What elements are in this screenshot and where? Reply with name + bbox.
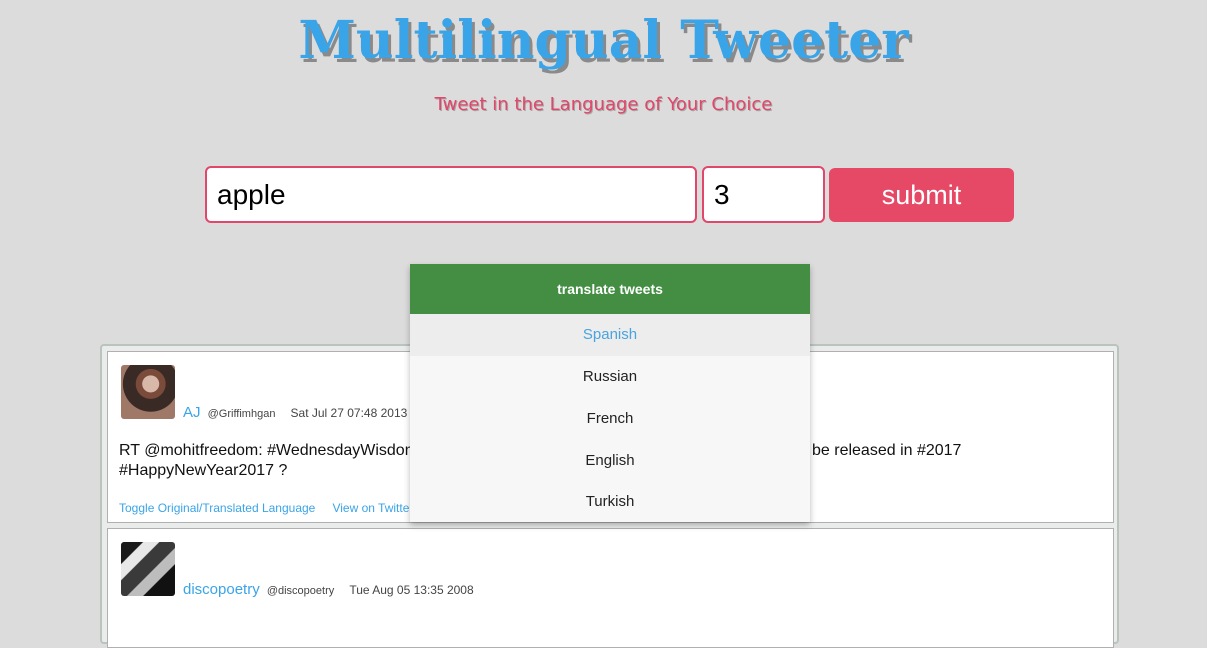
author-name[interactable]: AJ: [183, 404, 201, 421]
tweet-text-line1-end: be released in #2017: [812, 442, 962, 459]
tweet-meta: discopoetry @discopoetry Tue Aug 05 13:3…: [183, 579, 474, 598]
app-subtitle: Tweet in the Language of Your Choice: [434, 94, 773, 115]
app-title: Multilingual Tweeter: [298, 10, 909, 71]
language-option-spanish[interactable]: Spanish: [410, 314, 810, 356]
avatar[interactable]: [121, 542, 175, 596]
author-handle: @discopoetry: [266, 585, 335, 597]
translate-dropdown: translate tweets Spanish Russian French …: [410, 264, 810, 522]
tweet-date: Tue Aug 05 13:35 2008: [349, 583, 474, 597]
search-query-input[interactable]: [205, 166, 697, 223]
toggle-language-link[interactable]: Toggle Original/Translated Language: [119, 501, 315, 515]
language-option-english[interactable]: English: [410, 440, 810, 482]
tweet-meta: AJ @Griffimhgan Sat Jul 27 07:48 2013: [183, 402, 407, 421]
author-handle: @Griffimhgan: [207, 408, 276, 420]
tweet-card: discopoetry @discopoetry Tue Aug 05 13:3…: [107, 528, 1114, 648]
author-name[interactable]: discopoetry: [183, 581, 260, 598]
avatar[interactable]: [121, 365, 175, 419]
tweet-links: Toggle Original/Translated Language View…: [119, 497, 425, 516]
submit-button[interactable]: submit: [829, 168, 1014, 222]
language-option-russian[interactable]: Russian: [410, 356, 810, 398]
language-option-turkish[interactable]: Turkish: [410, 482, 810, 522]
tweet-count-input[interactable]: [702, 166, 825, 223]
tweet-date: Sat Jul 27 07:48 2013: [290, 406, 408, 420]
language-option-french[interactable]: French: [410, 398, 810, 440]
translate-dropdown-header[interactable]: translate tweets: [410, 264, 810, 314]
view-on-twitter-link[interactable]: View on Twitter: [332, 501, 413, 515]
tweet-text-line1: RT @mohitfreedom: #WednesdayWisdom: [119, 442, 419, 459]
